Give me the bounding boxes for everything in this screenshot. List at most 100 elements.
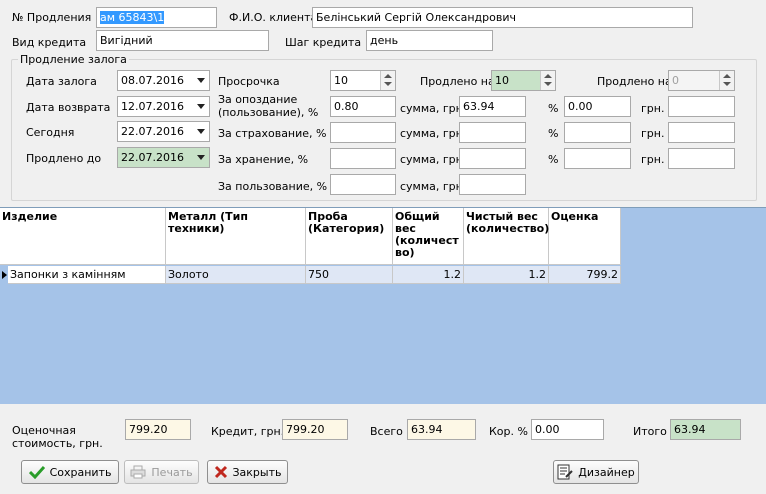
column-header-metal[interactable]: Металл (Тип техники) bbox=[166, 208, 306, 265]
spin-up-icon[interactable] bbox=[723, 74, 731, 78]
credit-label: Кредит, грн. bbox=[211, 425, 285, 438]
storage-sum-label: сумма, грн. bbox=[400, 153, 467, 166]
extended-by-value: 10 bbox=[495, 74, 509, 87]
insurance-uah-label: грн. bbox=[641, 127, 665, 140]
insurance-pct-field[interactable] bbox=[330, 122, 396, 143]
spin-down-icon[interactable] bbox=[544, 82, 552, 86]
corr-label: Кор. % bbox=[489, 425, 528, 438]
spinner-buttons[interactable] bbox=[719, 71, 734, 90]
spin-down-icon[interactable] bbox=[384, 82, 392, 86]
late-uah-field[interactable] bbox=[668, 96, 735, 117]
return-date-value: 12.07.2016 bbox=[121, 100, 184, 113]
prolong-no-value: ам 65843\1 bbox=[100, 11, 165, 24]
late-label: За опоздание (пользование), % bbox=[218, 93, 319, 119]
today-label: Сегодня bbox=[26, 126, 75, 139]
insurance-sum-field[interactable] bbox=[459, 122, 526, 143]
return-date-picker[interactable]: 12.07.2016 bbox=[117, 96, 210, 117]
close-label: Закрыть bbox=[232, 465, 282, 479]
column-header-net-weight[interactable]: Чистый вес (количество) bbox=[464, 208, 549, 265]
spinner-buttons[interactable] bbox=[380, 71, 395, 90]
extended-by2-spinner[interactable]: 0 bbox=[668, 70, 735, 91]
today-value: 22.07.2016 bbox=[121, 125, 184, 138]
prolong-no-field[interactable]: ам 65843\1 bbox=[96, 7, 217, 28]
late-sum-label: сумма, грн. bbox=[400, 102, 467, 115]
insurance-sum-label: сумма, грн. bbox=[400, 127, 467, 140]
cell-total-weight[interactable]: 1.2 bbox=[393, 266, 464, 284]
extended-by2-label: Продлено на bbox=[597, 75, 672, 88]
result-label: Итого bbox=[633, 425, 667, 438]
estimate-field[interactable]: 799.20 bbox=[125, 419, 191, 440]
designer-label: Дизайнер bbox=[578, 465, 635, 479]
pledge-date-picker[interactable]: 08.07.2016 bbox=[117, 70, 210, 91]
overdue-value: 10 bbox=[334, 74, 348, 87]
cell-estimate[interactable]: 799.2 bbox=[549, 266, 621, 284]
prolong-no-label: № Продления bbox=[12, 11, 92, 24]
chevron-down-icon[interactable] bbox=[197, 155, 205, 160]
credit-step-label: Шаг кредита bbox=[285, 36, 362, 49]
column-header-total-weight[interactable]: Общий вес (количест во) bbox=[393, 208, 464, 265]
chevron-down-icon[interactable] bbox=[197, 129, 205, 134]
items-grid[interactable]: Изделие Металл (Тип техники) Проба (Кате… bbox=[0, 207, 766, 404]
spinner-buttons[interactable] bbox=[540, 71, 555, 90]
credit-field[interactable]: 799.20 bbox=[282, 419, 348, 440]
extended-by-spinner[interactable]: 10 bbox=[491, 70, 556, 91]
overdue-label: Просрочка bbox=[218, 75, 280, 88]
printer-icon bbox=[130, 465, 146, 479]
close-button[interactable]: Закрыть bbox=[207, 460, 288, 484]
spin-up-icon[interactable] bbox=[544, 74, 552, 78]
total-label: Всего bbox=[370, 425, 403, 438]
result-field[interactable]: 63.94 bbox=[670, 419, 741, 440]
extended-to-label: Продлено до bbox=[26, 152, 102, 165]
pledge-date-label: Дата залога bbox=[26, 75, 97, 88]
row-pointer-icon bbox=[2, 271, 7, 279]
save-button[interactable]: Сохранить bbox=[21, 460, 119, 484]
storage-uah-label: грн. bbox=[641, 153, 665, 166]
column-header-probe[interactable]: Проба (Категория) bbox=[306, 208, 393, 265]
close-icon bbox=[214, 465, 227, 479]
client-field[interactable]: Белінський Сергій Олександрович bbox=[312, 7, 693, 28]
late-pct2-field[interactable]: 0.00 bbox=[564, 96, 631, 117]
credit-type-field[interactable]: Вигідний bbox=[96, 30, 269, 51]
extended-to-value: 22.07.2016 bbox=[121, 151, 184, 164]
insurance-pct2-field[interactable] bbox=[564, 122, 631, 143]
cell-item[interactable]: Запонки з камінням bbox=[8, 266, 166, 284]
designer-button[interactable]: Дизайнер bbox=[553, 460, 639, 484]
credit-step-field[interactable]: день bbox=[366, 30, 493, 51]
late-pct2-label: % bbox=[548, 102, 559, 115]
print-label: Печать bbox=[151, 465, 193, 479]
late-pct-field[interactable]: 0.80 bbox=[330, 96, 396, 117]
pledge-date-value: 08.07.2016 bbox=[121, 74, 184, 87]
storage-pct2-label: % bbox=[548, 153, 559, 166]
document-edit-icon bbox=[557, 464, 573, 480]
usage-pct-field[interactable] bbox=[330, 174, 396, 195]
cell-probe[interactable]: 750 bbox=[306, 266, 393, 284]
late-uah-label: грн. bbox=[641, 102, 665, 115]
storage-pct-field[interactable] bbox=[330, 148, 396, 169]
today-date-picker[interactable]: 22.07.2016 bbox=[117, 121, 210, 142]
save-label: Сохранить bbox=[49, 465, 112, 479]
corr-field[interactable]: 0.00 bbox=[531, 419, 604, 440]
storage-sum-field[interactable] bbox=[459, 148, 526, 169]
extended-by2-value: 0 bbox=[672, 74, 679, 87]
storage-uah-field[interactable] bbox=[668, 148, 735, 169]
extended-to-date-picker[interactable]: 22.07.2016 bbox=[117, 147, 210, 168]
storage-label: За хранение, % bbox=[218, 153, 309, 166]
overdue-spinner[interactable]: 10 bbox=[330, 70, 396, 91]
storage-pct2-field[interactable] bbox=[564, 148, 631, 169]
column-header-item[interactable]: Изделие bbox=[0, 208, 166, 265]
total-field[interactable]: 63.94 bbox=[407, 419, 476, 440]
insurance-uah-field[interactable] bbox=[668, 122, 735, 143]
chevron-down-icon[interactable] bbox=[197, 78, 205, 83]
late-sum-field[interactable]: 63.94 bbox=[459, 96, 526, 117]
cell-metal[interactable]: Золото bbox=[166, 266, 306, 284]
column-header-estimate[interactable]: Оценка bbox=[549, 208, 621, 265]
usage-label: За пользование, % bbox=[218, 180, 328, 193]
spin-down-icon[interactable] bbox=[723, 82, 731, 86]
cell-net-weight[interactable]: 1.2 bbox=[464, 266, 549, 284]
checkmark-icon bbox=[28, 465, 45, 479]
usage-sum-field[interactable] bbox=[459, 174, 526, 195]
client-label: Ф.И.О. клиента bbox=[229, 11, 318, 24]
chevron-down-icon[interactable] bbox=[197, 104, 205, 109]
spin-up-icon[interactable] bbox=[384, 74, 392, 78]
print-button[interactable]: Печать bbox=[124, 460, 199, 484]
